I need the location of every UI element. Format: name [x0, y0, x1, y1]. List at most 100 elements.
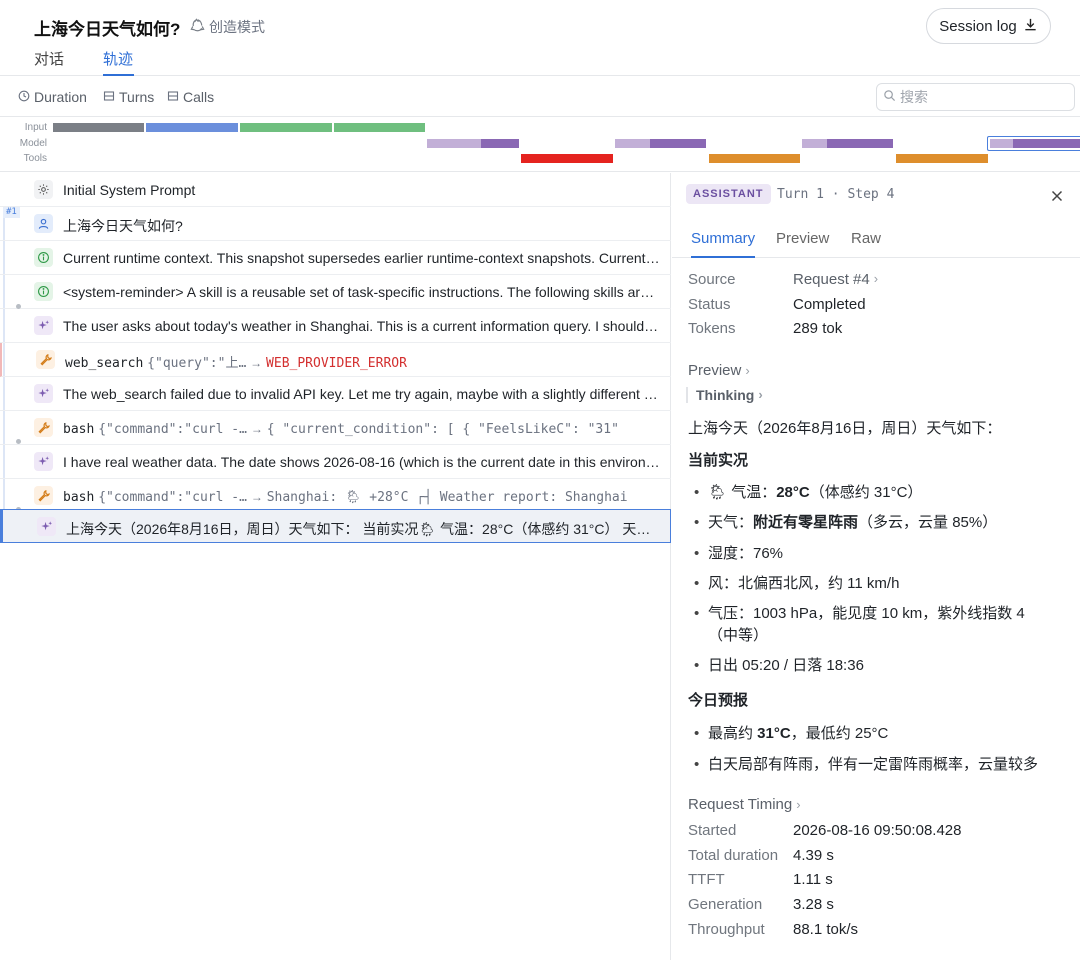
wrench-icon — [34, 486, 53, 505]
turns-toggle[interactable]: Turns — [103, 89, 154, 105]
duration-toggle[interactable]: Duration — [18, 89, 87, 105]
bullet-sun: 日出 05:20 / 日落 18:36 — [694, 655, 1054, 677]
timeline-bar-model[interactable] — [802, 139, 827, 148]
high-prefix: 最高约 — [708, 725, 758, 742]
tokens-key: Tokens — [688, 320, 736, 337]
tool-result-error: WEB_PROVIDER_ERROR — [266, 356, 407, 371]
role-badge: ASSISTANT — [686, 184, 771, 204]
tool-args: {"query":"上… — [147, 356, 247, 371]
list-item-text: bash {"command":"curl -… → { "current_co… — [63, 420, 661, 437]
timeline-bar-model[interactable] — [615, 139, 650, 148]
timeline-bar-model[interactable] — [481, 139, 519, 148]
timeline-bar-model[interactable] — [650, 139, 706, 148]
preview-section-toggle[interactable]: Preview › — [688, 362, 750, 379]
list-item[interactable]: Current runtime context. This snapshot s… — [0, 241, 671, 275]
close-icon[interactable] — [1048, 187, 1066, 205]
tool-args: {"command":"curl -… — [98, 422, 247, 437]
gear-icon — [34, 180, 53, 199]
user-icon — [34, 214, 53, 233]
temp-suffix: （体感约 31°C） — [809, 484, 923, 501]
list-item-text: The web_search failed due to invalid API… — [63, 386, 661, 402]
list-item[interactable]: bash {"command":"curl -… → Shanghai: 🌦 +… — [0, 479, 671, 513]
timeline-bar-tool-error[interactable] — [521, 154, 613, 163]
list-item-text: <system-reminder> A skill is a reusable … — [63, 284, 661, 300]
list-item[interactable]: The web_search failed due to invalid API… — [0, 377, 671, 411]
generation-key: Generation — [688, 896, 763, 913]
weather-prefix: 天气： — [708, 514, 754, 531]
arrow: → — [250, 422, 263, 436]
list-item[interactable]: The user asks about today's weather in S… — [0, 309, 671, 343]
bullet-high-low: 最高约 31°C，最低约 25°C — [694, 723, 1054, 745]
tool-result: Shanghai: 🌦 +28°C ┌┤ Weather report: Sha… — [266, 490, 628, 505]
timeline-bar-model[interactable] — [1013, 139, 1080, 148]
session-log-button[interactable]: Session log — [926, 8, 1051, 44]
source-link[interactable]: Request #4 › — [793, 271, 878, 288]
session-log-label: Session log — [939, 17, 1017, 35]
calls-toggle[interactable]: Calls — [167, 89, 214, 105]
current-heading: 当前实况 — [688, 452, 749, 469]
started-key: Started — [688, 822, 737, 839]
list-item-text: Initial System Prompt — [63, 182, 196, 198]
tool-args: {"command":"curl -… — [98, 490, 247, 505]
wrench-icon — [36, 350, 55, 369]
tab-conversation[interactable]: 对话 — [34, 48, 64, 76]
tab-raw[interactable]: Raw — [851, 230, 881, 258]
timeline-bar-tool[interactable] — [896, 154, 988, 163]
timeline-bar-input[interactable] — [240, 123, 332, 132]
tokens-value: 289 tok — [793, 320, 843, 337]
timeline-bar-model[interactable] — [990, 139, 1013, 148]
chevron-right-icon: › — [745, 363, 750, 378]
list-item-text: 上海今日天气如何? — [63, 218, 183, 234]
search-box[interactable] — [876, 83, 1075, 111]
timeline-bar-input[interactable] — [334, 123, 425, 132]
mode-indicator[interactable]: 创造模式 — [190, 17, 265, 37]
thinking-toggle[interactable]: Thinking › — [686, 387, 763, 403]
arrow: → — [250, 490, 263, 504]
timing-section-toggle[interactable]: Request Timing › — [688, 796, 801, 813]
generation-value: 3.28 s — [793, 896, 834, 913]
list-item-text: 上海今天（2026年8月16日，周日）天气如下： 当前实况🌦 气温：28°C（体… — [66, 521, 658, 537]
weather-suffix: （多云，云量 85%） — [858, 514, 998, 531]
ttft-key: TTFT — [688, 871, 725, 888]
mode-label: 创造模式 — [209, 19, 265, 35]
list-item[interactable]: I have real weather data. The date shows… — [0, 445, 671, 479]
step-list: #1 Initial System Prompt 上海今日天气如何? Curre… — [0, 173, 671, 960]
tab-preview[interactable]: Preview — [776, 230, 829, 258]
chevron-right-icon: › — [873, 271, 879, 286]
tab-summary[interactable]: Summary — [691, 230, 756, 258]
list-item[interactable]: <system-reminder> A skill is a reusable … — [0, 275, 671, 309]
high-suffix: ，最低约 25°C — [790, 725, 889, 742]
list-item[interactable]: bash {"command":"curl -… → { "current_co… — [0, 411, 671, 445]
timeline-bar-input[interactable] — [146, 123, 238, 132]
layout-icon — [103, 89, 115, 105]
chevron-right-icon: › — [758, 387, 763, 402]
header: 上海今日天气如何? 创造模式 Session log 对话 轨迹 — [0, 0, 1080, 76]
bullet-rain: 白天局部有阵雨，伴有一定雷阵雨概率，云量较多 — [694, 754, 1054, 776]
timeline-bar-model[interactable] — [427, 139, 481, 148]
detail-panel: ASSISTANT Turn 1 · Step 4 Summary Previe… — [672, 173, 1080, 960]
forecast-heading: 今日预报 — [688, 692, 749, 709]
page-title: 上海今日天气如何? — [34, 20, 181, 39]
tool-result: { "current_condition": [ { "FeelsLikeC":… — [266, 422, 619, 437]
list-item[interactable]: 上海今日天气如何? — [0, 207, 671, 241]
lane-label-input: Input — [24, 122, 47, 133]
throughput-key: Throughput — [688, 921, 765, 938]
throughput-value: 88.1 tok/s — [793, 921, 859, 938]
list-item[interactable]: Initial System Prompt — [0, 173, 671, 207]
timeline-bar-model[interactable] — [827, 139, 893, 148]
bullet-wind: 风：北偏西北风，约 11 km/h — [694, 573, 1054, 595]
tab-trajectory[interactable]: 轨迹 — [103, 48, 134, 76]
status-value: Completed — [793, 296, 866, 313]
wrench-icon — [34, 418, 53, 437]
list-item-text: web_search {"query":"上… → WEB_PROVIDER_E… — [65, 352, 663, 371]
list-item[interactable]: web_search {"query":"上… → WEB_PROVIDER_E… — [0, 343, 671, 377]
response-intro: 上海今天（2026年8月16日，周日）天气如下： — [688, 420, 1002, 437]
list-item-selected[interactable]: 上海今天（2026年8月16日，周日）天气如下： 当前实况🌦 气温：28°C（体… — [0, 509, 671, 543]
timeline-bar-tool[interactable] — [709, 154, 800, 163]
sparkle-icon — [34, 384, 53, 403]
clock-icon — [18, 89, 30, 105]
search-input[interactable] — [900, 89, 1060, 105]
duration-label: Duration — [34, 89, 87, 105]
timeline-bar-input[interactable] — [53, 123, 144, 132]
panel-tabs: Summary Preview Raw — [672, 218, 1080, 258]
